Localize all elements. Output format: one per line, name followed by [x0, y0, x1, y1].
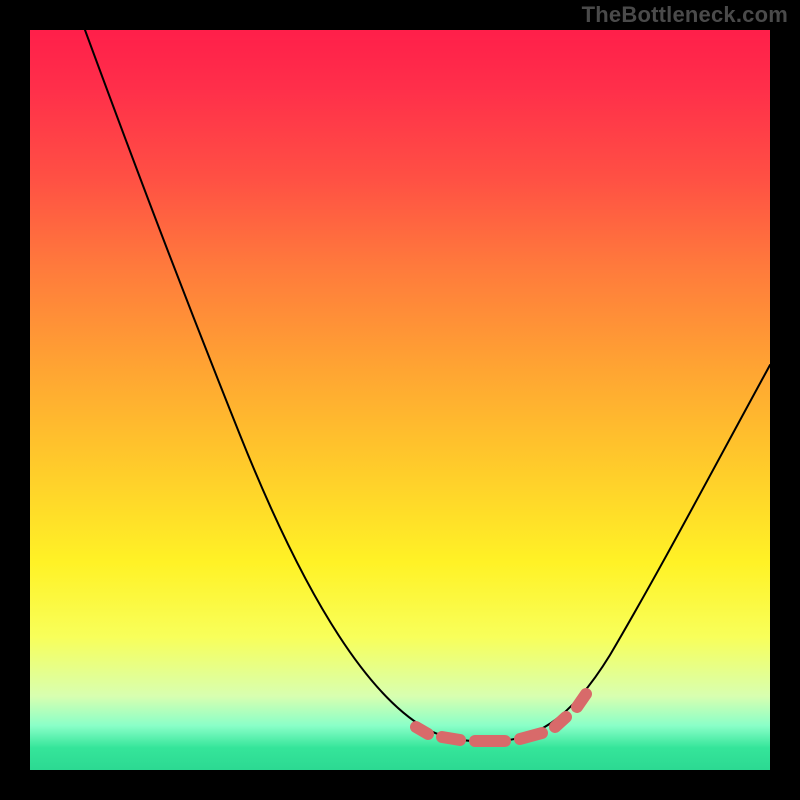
- valley-seg-3: [520, 733, 542, 739]
- valley-seg-5: [577, 694, 586, 707]
- valley-markers: [416, 694, 586, 741]
- plot-area: [30, 30, 770, 770]
- chart-svg: [30, 30, 770, 770]
- valley-seg-4: [555, 717, 566, 727]
- chart-frame: TheBottleneck.com: [0, 0, 800, 800]
- bottleneck-curve: [85, 30, 770, 742]
- watermark-text: TheBottleneck.com: [582, 2, 788, 28]
- valley-seg-1: [442, 737, 460, 740]
- valley-seg-0: [416, 727, 428, 734]
